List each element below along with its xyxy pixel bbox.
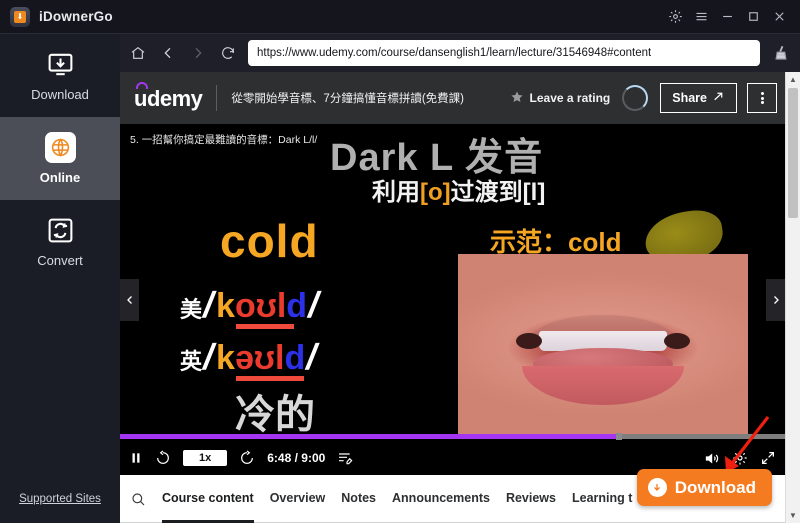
forward-arrow-icon[interactable]	[184, 39, 212, 67]
sidebar: Download Online Convert Supported Sites	[0, 34, 120, 523]
chevron-left-icon[interactable]	[120, 278, 139, 321]
app-logo-icon: ⬇	[10, 6, 30, 27]
web-content: udemy 從零開始學音標、7分鐘搞懂音標拼讀(免費課) Leave a rat…	[120, 72, 800, 523]
sidebar-item-label: Download	[31, 87, 89, 102]
hamburger-menu-icon[interactable]	[688, 4, 714, 30]
slide-subtitle-highlight-l: [l]	[522, 179, 546, 206]
slide-subtitle-mid: 过渡到	[450, 179, 523, 206]
ipa-seg: k	[216, 287, 235, 325]
ipa-seg: d	[286, 287, 308, 325]
scroll-up-arrow[interactable]: ▲	[789, 72, 797, 87]
header-divider	[216, 85, 218, 111]
course-title: 從零開始學音標、7分鐘搞懂音標拼讀(免費課)	[231, 93, 464, 105]
ipa-seg: d	[284, 339, 306, 377]
tab-overview[interactable]: Overview	[270, 476, 326, 523]
forward-5s-icon[interactable]	[239, 450, 255, 466]
home-icon[interactable]	[124, 39, 152, 67]
tab-reviews[interactable]: Reviews	[506, 476, 556, 523]
video-player[interactable]: 5. 一招幫你搞定最難讀的音標：Dark L/l/ Dark L 发音 利用[o…	[120, 124, 785, 475]
volume-icon[interactable]	[703, 450, 720, 467]
search-icon[interactable]	[130, 491, 146, 507]
tab-announcements[interactable]: Announcements	[392, 476, 490, 523]
leave-a-rating-label: Leave a rating	[529, 91, 611, 105]
ipa-seg: l	[276, 287, 287, 325]
leave-a-rating-button[interactable]: Leave a rating	[510, 90, 611, 107]
ipa-seg: əʊ	[234, 339, 275, 377]
ipa-seg: oʊ	[234, 287, 277, 325]
app-body: Download Online Convert Supported Sites …	[0, 34, 800, 523]
settings-gear-icon[interactable]	[732, 450, 748, 466]
video-progress-bar[interactable]	[120, 433, 785, 440]
slide-meaning: 冷的	[235, 393, 315, 437]
slide-subtitle-pre: 利用	[372, 179, 420, 206]
loading-spinner	[622, 85, 649, 111]
scroll-down-arrow[interactable]: ▼	[789, 508, 797, 523]
url-input[interactable]: https://www.udemy.com/course/dansenglish…	[248, 40, 760, 66]
sidebar-footer: Supported Sites	[0, 489, 120, 523]
share-button-label: Share	[672, 91, 707, 105]
app-title: iDownerGo	[39, 9, 113, 24]
scrollbar-thumb[interactable]	[788, 88, 798, 218]
ipa-lang-us: 美	[180, 297, 203, 322]
chevron-right-icon[interactable]	[766, 278, 785, 321]
sidebar-item-online[interactable]: Online	[0, 117, 120, 200]
download-circle-icon	[647, 478, 667, 497]
tab-learning-tools[interactable]: Learning t	[572, 476, 632, 523]
slide-demo-label: 示范：cold	[490, 227, 622, 257]
broom-clear-icon[interactable]	[768, 40, 794, 66]
playback-speed-button[interactable]: 1x	[183, 450, 228, 466]
url-text: https://www.udemy.com/course/dansenglish…	[257, 47, 652, 59]
ipa-core-us: koʊld	[214, 287, 309, 329]
transcript-icon[interactable]	[337, 450, 353, 466]
udemy-logo-text: udemy	[134, 86, 203, 111]
title-bar: ⬇ iDownerGo	[0, 0, 800, 34]
pause-icon[interactable]	[129, 451, 143, 465]
sidebar-item-label: Convert	[37, 253, 83, 268]
video-time: 6:48 / 9:00	[267, 451, 326, 465]
ipa-seg: k	[216, 339, 235, 377]
slide-subtitle-highlight-o: [o]	[420, 179, 451, 206]
minimize-icon[interactable]	[714, 4, 740, 30]
download-button[interactable]: Download	[636, 469, 772, 506]
download-button-label: Download	[674, 477, 756, 497]
share-button[interactable]: Share	[660, 83, 737, 113]
download-monitor-icon	[45, 49, 76, 80]
fullscreen-icon[interactable]	[760, 450, 776, 466]
supported-sites-link[interactable]: Supported Sites	[19, 493, 101, 505]
sidebar-item-convert[interactable]: Convert	[0, 200, 120, 283]
back-arrow-icon[interactable]	[154, 39, 182, 67]
tab-notes[interactable]: Notes	[341, 476, 376, 523]
udemy-logo[interactable]: udemy	[134, 82, 203, 111]
mouth-closeup-image	[458, 254, 748, 434]
reload-icon[interactable]	[214, 39, 242, 67]
browser-pane: https://www.udemy.com/course/dansenglish…	[120, 34, 800, 523]
ipa-row-uk: 英 / kəʊld /	[180, 336, 322, 381]
sidebar-item-label: Online	[39, 170, 81, 185]
star-icon	[510, 90, 524, 107]
lecture-title: 5. 一招幫你搞定最難讀的音標：Dark L/l/	[130, 134, 318, 146]
maximize-icon[interactable]	[740, 4, 766, 30]
globe-icon	[44, 132, 76, 163]
slide-subtitle: 利用[o]过渡到[l]	[372, 172, 545, 207]
rewind-5s-icon[interactable]	[155, 450, 171, 466]
ipa-core-uk: kəʊld	[214, 339, 307, 381]
page-scrollbar[interactable]: ▲ ▼	[785, 72, 800, 523]
close-icon[interactable]	[766, 4, 792, 30]
three-dots-icon[interactable]	[747, 83, 777, 113]
share-arrow-icon	[712, 90, 725, 106]
app-window: ⬇ iDownerGo Download Online Convert Supp…	[0, 0, 800, 523]
ipa-row-us: 美 / koʊld /	[180, 284, 324, 329]
sidebar-item-download[interactable]: Download	[0, 34, 120, 117]
gear-icon[interactable]	[662, 4, 688, 30]
browser-toolbar: https://www.udemy.com/course/dansenglish…	[120, 34, 800, 72]
convert-refresh-icon	[45, 215, 76, 246]
tab-course-content[interactable]: Course content	[162, 476, 254, 523]
ipa-lang-uk: 英	[180, 349, 203, 374]
slide-word: cold	[220, 215, 319, 267]
site-header: udemy 從零開始學音標、7分鐘搞懂音標拼讀(免費課) Leave a rat…	[120, 72, 785, 124]
